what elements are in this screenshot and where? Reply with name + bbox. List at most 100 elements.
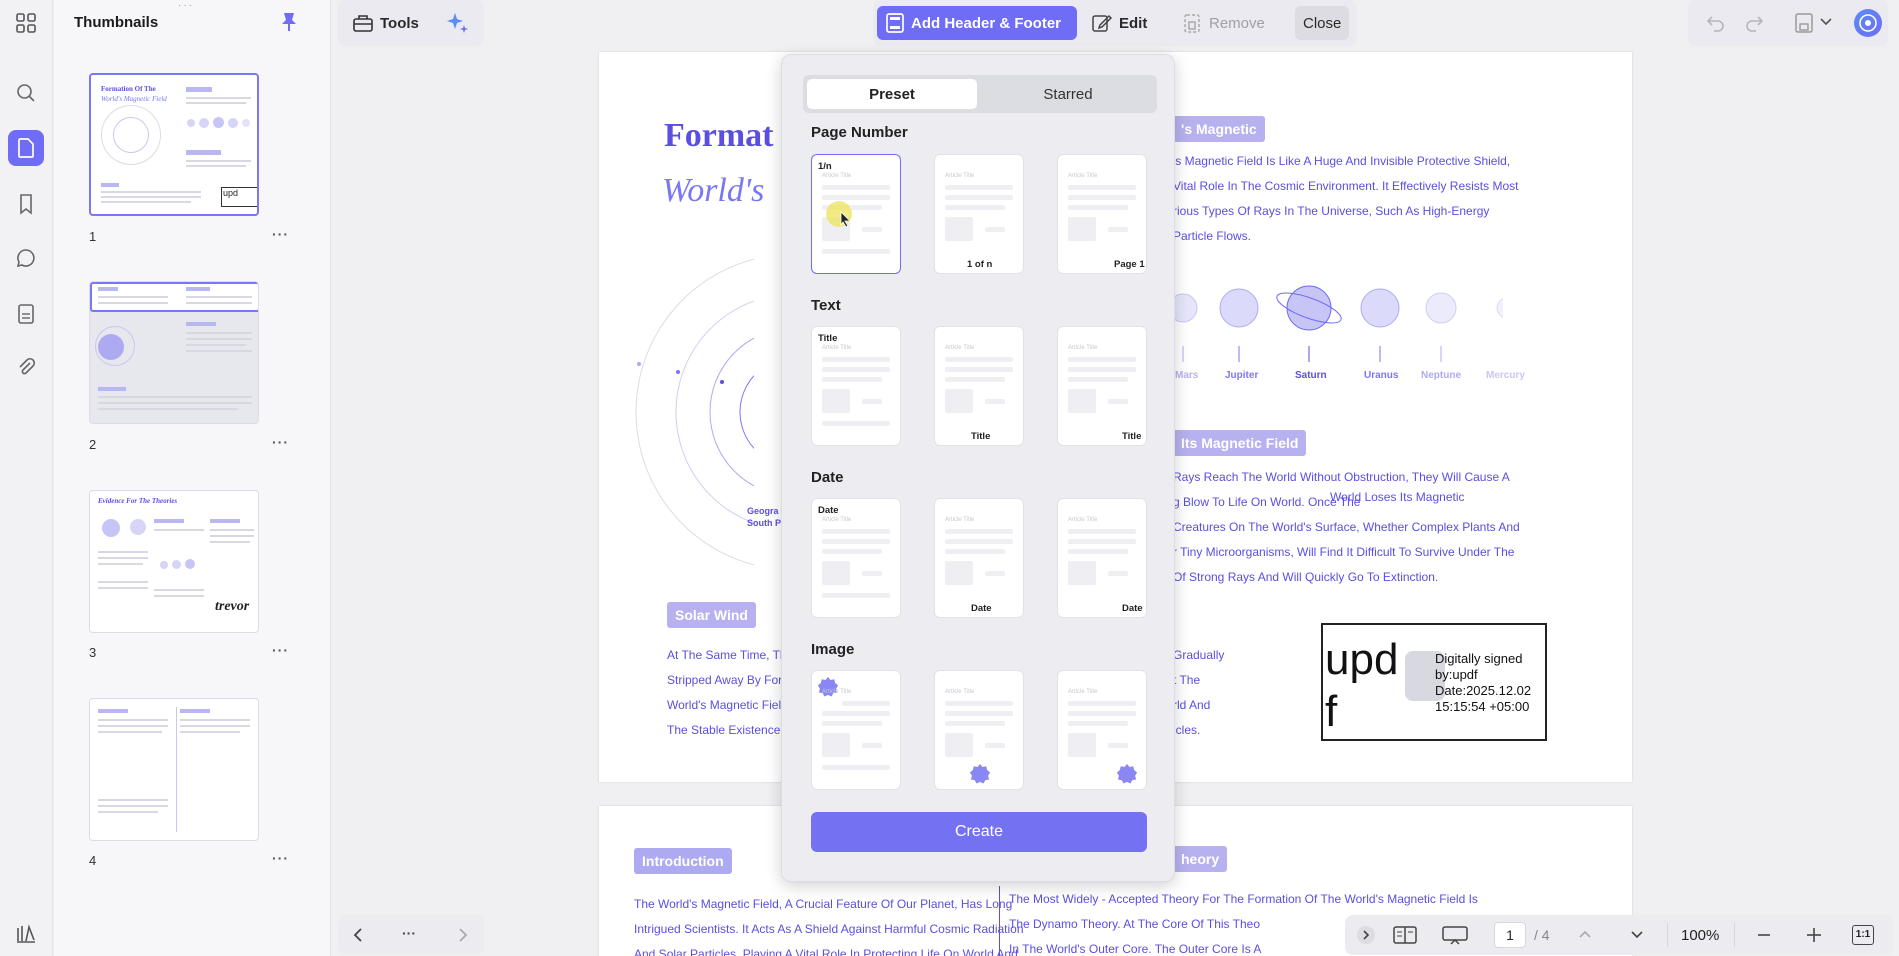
badge-icon	[1116, 764, 1138, 784]
zoom-out-icon[interactable]	[1757, 928, 1771, 942]
undo-icon[interactable]	[1706, 13, 1726, 33]
reading-mode-icon[interactable]	[1393, 925, 1417, 945]
planet-label: Mars	[1175, 370, 1199, 381]
badge-icon	[969, 764, 991, 784]
toolbox-icon	[353, 15, 373, 32]
preset-card-page-number-top-left[interactable]: 1/n Article Title	[811, 154, 901, 274]
thumbnails-icon[interactable]	[8, 130, 44, 166]
more-options-button[interactable]: ···	[272, 226, 289, 242]
pin-icon[interactable]	[280, 11, 298, 33]
previous-page-icon[interactable]	[1578, 927, 1592, 941]
save-icon[interactable]	[1794, 12, 1814, 34]
chevron-down-icon[interactable]	[1820, 17, 1832, 27]
edit-label: Edit	[1119, 14, 1148, 32]
preset-card-text-bottom-right[interactable]: Article Title Title	[1057, 326, 1147, 446]
signature-text: 15:15:54 +05:00	[1435, 699, 1530, 714]
apps-grid-icon[interactable]	[8, 5, 44, 41]
body-line: The Most Widely - Accepted Theory For Th…	[1009, 892, 1478, 906]
theory-heading: heory	[1173, 846, 1228, 872]
preset-card-date-bottom-center[interactable]: Article Title Date	[934, 498, 1024, 618]
page-thumbnail-3[interactable]: Evidence For The Theories trevor	[89, 490, 259, 633]
preset-caption: Page 1	[1114, 259, 1145, 270]
presentation-icon[interactable]	[1442, 925, 1468, 945]
preset-card-image-top-left[interactable]: Article Title	[811, 670, 901, 790]
form-icon[interactable]	[8, 296, 44, 332]
preset-tabs: Preset Starred	[803, 75, 1157, 113]
tab-preset[interactable]: Preset	[807, 79, 977, 109]
collapse-chevron-icon[interactable]	[1357, 926, 1375, 944]
preset-caption: Title	[818, 333, 838, 344]
header-footer-icon	[886, 13, 904, 33]
card-placeholder: Article Title	[945, 173, 975, 179]
page-number: 1	[89, 229, 97, 244]
thumb-signature: trevor	[215, 599, 250, 614]
create-button[interactable]: Create	[811, 812, 1147, 852]
panel-title: Thumbnails	[74, 14, 159, 31]
edit-button[interactable]: Edit	[1083, 6, 1155, 40]
card-placeholder: Article Title	[822, 345, 852, 351]
add-header-footer-button[interactable]: Add Header & Footer	[877, 6, 1077, 40]
preset-card-page-number-bottom-center[interactable]: Article Title 1 of n	[934, 154, 1024, 274]
body-line: And Solar Particles, Playing A Vital Rol…	[634, 947, 1018, 956]
redo-icon[interactable]	[1744, 13, 1764, 33]
tab-starred[interactable]: Starred	[983, 79, 1153, 109]
header-footer-preset-panel: Preset Starred Page Number 1/n Article T…	[781, 54, 1175, 882]
preset-card-text-top-left[interactable]: Title Article Title	[811, 326, 901, 446]
remove-button[interactable]: Remove	[1173, 6, 1273, 40]
more-options-button[interactable]: ···	[272, 434, 289, 450]
actual-size-button[interactable]: 1:1	[1852, 925, 1874, 945]
library-icon[interactable]	[8, 915, 44, 951]
magnetic-field-heading: Its Magnetic Field	[1173, 430, 1307, 456]
page-thumbnail-2[interactable]	[89, 281, 259, 424]
next-page-icon[interactable]	[1630, 928, 1644, 942]
card-placeholder: Article Title	[1068, 345, 1098, 351]
more-button[interactable]: ···	[402, 925, 416, 941]
preset-card-date-bottom-right[interactable]: Article Title Date	[1057, 498, 1147, 618]
resize-handle[interactable]: ···	[178, 0, 194, 11]
account-icon[interactable]	[1854, 9, 1882, 37]
preset-card-date-top-left[interactable]: Date Article Title	[811, 498, 901, 618]
introduction-heading: Introduction	[634, 848, 732, 874]
card-placeholder: Article Title	[945, 689, 975, 695]
chevron-left-icon[interactable]	[352, 928, 364, 942]
page-thumbnail-4[interactable]	[89, 698, 259, 841]
body-line: World's Magnetic Fiel	[667, 698, 782, 712]
doc-subtitle: World's	[662, 172, 765, 209]
body-line: Particle Flows.	[1173, 229, 1252, 243]
edit-icon	[1092, 14, 1113, 32]
preset-card-page-number-bottom-right[interactable]: Article Title Page 1	[1057, 154, 1147, 274]
ai-sparkle-icon[interactable]	[444, 10, 470, 36]
preset-card-image-bottom-right[interactable]: Article Title	[1057, 670, 1147, 790]
bookmark-icon[interactable]	[8, 186, 44, 222]
body-line: icles.	[1173, 723, 1201, 737]
chevron-right-icon[interactable]	[457, 928, 469, 942]
body-line: Rays Reach The World Without Obstruction…	[1173, 470, 1510, 484]
preset-caption: Date	[818, 505, 839, 516]
more-options-button[interactable]: ···	[272, 642, 289, 658]
more-options-button[interactable]: ···	[272, 850, 289, 866]
zoom-in-icon[interactable]	[1806, 927, 1822, 943]
magnetic-heading: 's Magnetic	[1173, 116, 1265, 142]
section-title-image: Image	[811, 641, 855, 658]
page-thumbnail-1[interactable]: Formation Of The World's Magnetic Field …	[89, 73, 259, 216]
body-line: The Dynamo Theory. At The Core Of This T…	[1009, 917, 1261, 931]
close-button[interactable]: Close	[1295, 6, 1350, 40]
preset-card-text-bottom-center[interactable]: Article Title Title	[934, 326, 1024, 446]
page-number: 3	[89, 645, 97, 660]
search-icon[interactable]	[8, 75, 44, 111]
body-line: 's Magnetic Field Is Like A Huge And Inv…	[1173, 154, 1511, 168]
doc-title: Format	[664, 117, 774, 154]
card-placeholder: Article Title	[945, 517, 975, 523]
tools-button[interactable]: Tools	[344, 6, 427, 40]
signature-text: by:updf	[1435, 667, 1478, 682]
digital-signature-box[interactable]: upd f Digitally signed by:updf Date:2025…	[1321, 623, 1547, 741]
page-number-input[interactable]: 1	[1494, 922, 1526, 948]
page-nav-bar: ···	[338, 915, 484, 955]
zoom-level[interactable]: 100%	[1681, 927, 1719, 944]
section-title-page-number: Page Number	[811, 124, 908, 141]
body-line: Creatures On The World's Surface, Whethe…	[1173, 520, 1520, 534]
preset-card-image-bottom-center[interactable]: Article Title	[934, 670, 1024, 790]
thumb-rings	[113, 117, 149, 153]
comment-icon[interactable]	[8, 240, 44, 276]
attachment-icon[interactable]	[8, 350, 44, 386]
